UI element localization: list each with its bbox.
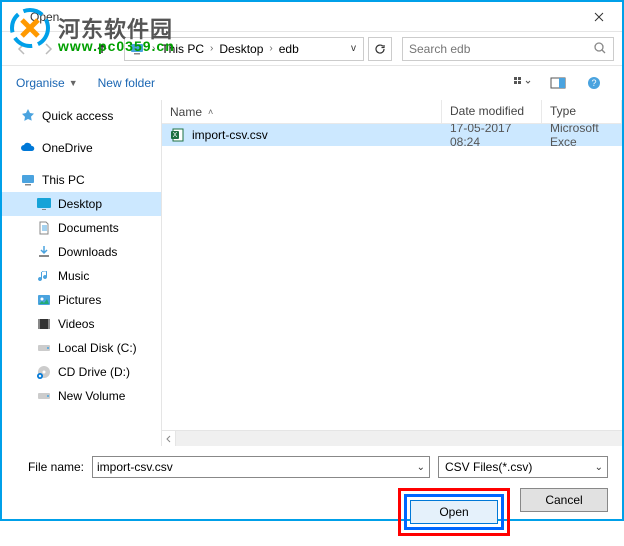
svg-text:?: ? — [591, 78, 596, 88]
file-name-combo[interactable]: ⌄ — [92, 456, 430, 478]
tree-music[interactable]: Music — [2, 264, 161, 288]
breadcrumb-item[interactable]: Desktop — [217, 42, 265, 56]
tree-downloads[interactable]: Downloads — [2, 240, 161, 264]
svg-text:X: X — [173, 132, 178, 139]
file-date: 17-05-2017 08:24 — [442, 124, 542, 149]
chevron-left-icon — [165, 435, 173, 443]
file-name-input[interactable] — [97, 460, 425, 474]
cd-icon — [36, 364, 52, 380]
close-button[interactable] — [576, 2, 622, 32]
nav-back-button[interactable] — [10, 37, 34, 61]
drive-icon — [36, 388, 52, 404]
search-icon — [594, 42, 607, 55]
nav-tree: Quick access OneDrive This PC Desktop Do… — [2, 100, 162, 446]
downloads-icon — [36, 244, 52, 260]
refresh-icon — [374, 43, 386, 55]
breadcrumb-dropdown[interactable]: v — [348, 43, 359, 54]
tree-cd-d[interactable]: CD Drive (D:) — [2, 360, 161, 384]
toolbar: Organise ▼ New folder ? — [2, 66, 622, 100]
tree-new-volume[interactable]: New Volume — [2, 384, 161, 408]
tree-this-pc[interactable]: This PC — [2, 168, 161, 192]
view-list-icon — [513, 76, 531, 90]
pictures-icon — [36, 292, 52, 308]
desktop-icon — [36, 196, 52, 212]
chevron-down-icon: ▼ — [69, 78, 78, 88]
file-filter-combo[interactable]: CSV Files(*.csv) ⌄ — [438, 456, 608, 478]
breadcrumb-item[interactable]: edb — [277, 42, 301, 56]
drive-icon — [36, 340, 52, 356]
search-input-wrap[interactable] — [402, 37, 614, 61]
chevron-down-icon — [69, 44, 79, 54]
file-row[interactable]: X import-csv.csv 17-05-2017 08:24 Micros… — [162, 124, 622, 146]
close-icon — [594, 12, 604, 22]
arrow-left-icon — [15, 42, 29, 56]
navbar: › This PC › Desktop › edb v — [2, 32, 622, 66]
preview-pane-icon — [550, 77, 566, 89]
help-button[interactable]: ? — [580, 73, 608, 93]
arrow-right-icon — [41, 42, 55, 56]
documents-icon — [36, 220, 52, 236]
organise-menu[interactable]: Organise ▼ — [16, 76, 78, 90]
tree-quick-access[interactable]: Quick access — [2, 104, 161, 128]
excel-file-icon: X — [170, 127, 186, 143]
titlebar: Open — [2, 2, 622, 32]
music-icon — [36, 268, 52, 284]
preview-pane-button[interactable] — [544, 73, 572, 93]
tree-onedrive[interactable]: OneDrive — [2, 136, 161, 160]
open-button[interactable]: Open — [410, 500, 498, 524]
view-options-button[interactable] — [508, 73, 536, 93]
arrow-up-icon — [95, 42, 109, 56]
file-header: Name ˄ Date modified Type — [162, 100, 622, 124]
tree-documents[interactable]: Documents — [2, 216, 161, 240]
col-name[interactable]: Name ˄ — [162, 100, 442, 123]
scroll-left-button[interactable] — [162, 431, 176, 446]
breadcrumb[interactable]: › This PC › Desktop › edb v — [124, 37, 364, 61]
search-input[interactable] — [409, 42, 607, 56]
tree-local-c[interactable]: Local Disk (C:) — [2, 336, 161, 360]
nav-up-button[interactable] — [90, 37, 114, 61]
tree-videos[interactable]: Videos — [2, 312, 161, 336]
cancel-button[interactable]: Cancel — [520, 488, 608, 512]
breadcrumb-sep-icon: › — [150, 43, 157, 54]
file-list: X import-csv.csv 17-05-2017 08:24 Micros… — [162, 124, 622, 430]
pc-icon — [20, 172, 36, 188]
file-type: Microsoft Exce — [542, 124, 622, 149]
file-name-label: File name: — [16, 460, 84, 474]
help-icon: ? — [587, 76, 601, 90]
breadcrumb-sep-icon: › — [208, 43, 215, 54]
new-folder-button[interactable]: New folder — [98, 76, 155, 90]
file-name: import-csv.csv — [192, 128, 268, 142]
chevron-down-icon[interactable]: ⌄ — [417, 462, 425, 473]
breadcrumb-item[interactable]: This PC — [159, 42, 206, 56]
col-date[interactable]: Date modified — [442, 100, 542, 123]
cloud-icon — [20, 140, 36, 156]
scroll-track[interactable] — [176, 431, 622, 446]
refresh-button[interactable] — [368, 37, 392, 61]
file-pane: Name ˄ Date modified Type X import-csv.c… — [162, 100, 622, 446]
footer: File name: ⌄ CSV Files(*.csv) ⌄ Open Can… — [2, 446, 622, 546]
videos-icon — [36, 316, 52, 332]
sort-caret-icon: ˄ — [208, 107, 213, 117]
file-filter-value: CSV Files(*.csv) — [445, 460, 532, 474]
tree-pictures[interactable]: Pictures — [2, 288, 161, 312]
star-icon — [20, 108, 36, 124]
tree-desktop[interactable]: Desktop — [2, 192, 161, 216]
breadcrumb-sep-icon: › — [267, 43, 274, 54]
nav-forward-button[interactable] — [36, 37, 60, 61]
pc-icon — [129, 41, 145, 57]
nav-recent-button[interactable] — [62, 37, 86, 61]
scrollbar-horizontal[interactable] — [162, 430, 622, 446]
chevron-down-icon[interactable]: ⌄ — [595, 462, 603, 473]
window-title: Open — [30, 10, 59, 24]
col-type[interactable]: Type — [542, 100, 622, 123]
